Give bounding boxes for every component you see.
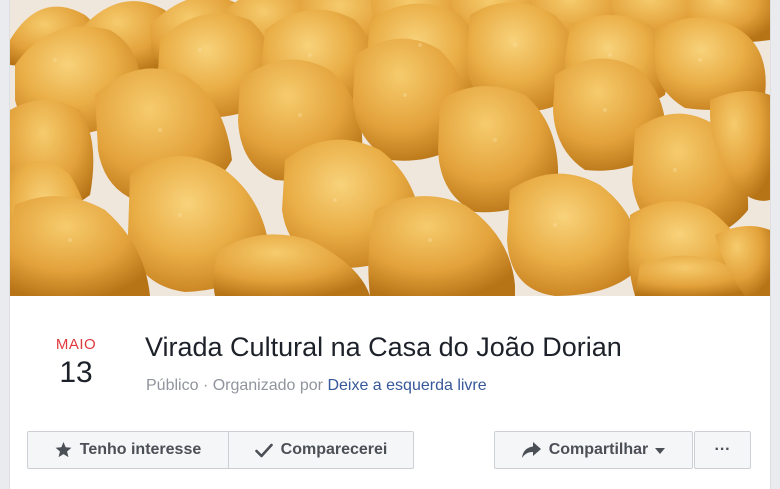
event-meta: Público · Organizado por Deixe a esquerd…	[146, 376, 487, 396]
event-title[interactable]: Virada Cultural na Casa do João Dorian	[145, 330, 622, 364]
going-button-label: Comparecerei	[280, 441, 388, 458]
share-button-label: Compartilhar	[548, 441, 649, 458]
interested-button-label: Tenho interesse	[79, 441, 202, 458]
share-button[interactable]: Compartilhar	[494, 431, 693, 469]
going-button[interactable]: Comparecerei	[228, 431, 414, 469]
caret-down-icon	[655, 448, 666, 454]
share-arrow-icon	[521, 442, 541, 458]
star-icon	[55, 442, 72, 458]
interested-button[interactable]: Tenho interesse	[27, 431, 229, 469]
cover-photo-image	[10, 0, 770, 296]
event-cover-photo[interactable]	[10, 0, 770, 296]
event-card: MAIO 13 Virada Cultural na Casa do João …	[9, 0, 771, 489]
event-date: MAIO 13	[40, 336, 112, 390]
more-options-label: ···	[714, 441, 731, 458]
event-day: 13	[59, 356, 93, 389]
event-month: MAIO	[55, 336, 97, 353]
organized-by-label: · Organizado por	[202, 377, 323, 394]
event-privacy[interactable]: Público	[146, 377, 198, 394]
checkmark-icon	[254, 443, 273, 458]
more-options-button[interactable]: ···	[694, 431, 751, 469]
event-organizer-link[interactable]: Deixe a esquerda livre	[327, 377, 486, 394]
